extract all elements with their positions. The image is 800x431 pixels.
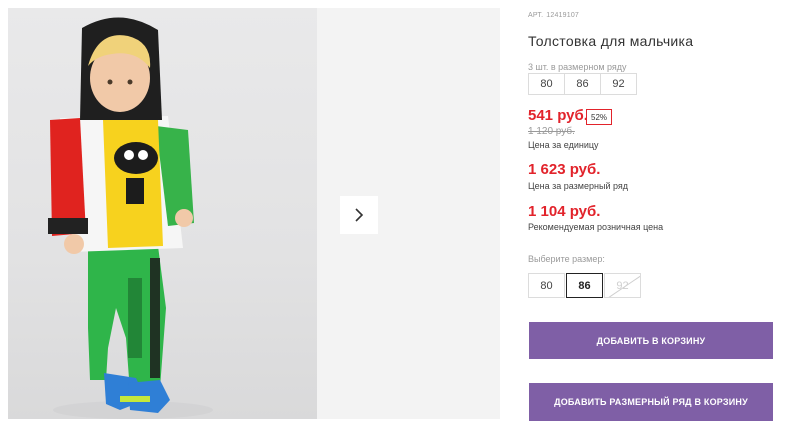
row-price: 1 623 руб. [528,161,601,178]
add-to-cart-button[interactable]: ДОБАВИТЬ В КОРЗИНУ [529,322,773,359]
product-photo-illustration [48,17,213,419]
pack-size-item: 80 [528,73,565,95]
rrp-price-label: Рекомендуемая розничная цена [528,222,664,232]
chevron-right-icon [355,208,364,222]
pack-size-item: 92 [600,73,637,95]
product-title: Толстовка для мальчика [528,33,694,49]
size-option-92: 92 [604,273,641,298]
discount-badge: 52% [586,109,613,125]
add-size-row-to-cart-button[interactable]: ДОБАВИТЬ РАЗМЕРНЫЙ РЯД В КОРЗИНУ [529,383,773,421]
article-number: АРТ. 12419107 [528,12,579,19]
pack-size-list: 80 86 92 [528,73,637,95]
gallery-next-button[interactable] [340,196,378,234]
unit-price: 541 руб. [528,107,588,124]
size-option-86[interactable]: 86 [566,273,603,298]
unit-price-label: Цена за единицу [528,140,599,150]
article-value: 12419107 [546,12,580,19]
row-price-label: Цена за размерный ряд [528,181,629,191]
size-option-80[interactable]: 80 [528,273,565,298]
pack-note: 3 шт. в размерном ряду [528,62,627,72]
pack-size-item: 86 [564,73,601,95]
article-label: АРТ. [528,12,544,19]
product-photo[interactable] [8,8,317,419]
rrp-price: 1 104 руб. [528,203,601,220]
size-options: 80 86 92 [528,273,642,298]
old-price: 1 120 руб. [528,126,575,137]
size-select-label: Выберите размер: [528,254,605,264]
